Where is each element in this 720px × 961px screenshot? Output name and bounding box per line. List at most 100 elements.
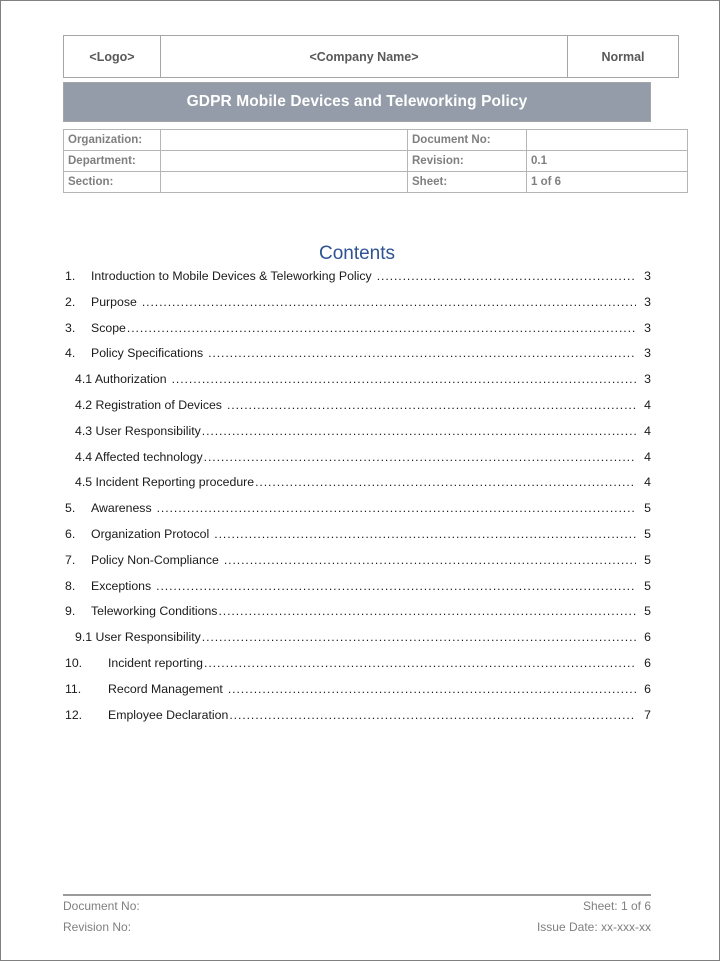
department-label: Department:: [63, 150, 161, 172]
footer-revision-no: Revision No:: [63, 920, 132, 934]
toc-entry[interactable]: 9.1 User Responsibility.................…: [63, 630, 651, 656]
company-name-cell: <Company Name>: [160, 35, 568, 78]
toc-entry-page-number: 4: [644, 475, 651, 490]
toc-entry-number: 11.: [65, 681, 82, 696]
toc-leader-dots: ........................................…: [204, 655, 636, 670]
toc-entry-page-number: 4: [644, 423, 651, 438]
policy-title-banner: GDPR Mobile Devices and Teleworking Poli…: [63, 82, 651, 122]
toc-entry-number: 12.: [65, 707, 83, 722]
revision-value: 0.1: [526, 150, 688, 172]
toc-entry-label: Scope: [91, 320, 126, 335]
document-header-table: <Logo> <Company Name> Normal: [63, 35, 679, 78]
toc-entry-page-number: 6: [644, 630, 651, 645]
toc-entry-page-number: 3: [644, 372, 651, 387]
footer-row-top: Document No: Sheet: 1 of 6: [63, 899, 651, 920]
toc-entry-label: 9.1 User Responsibility: [75, 630, 201, 645]
toc-leader-dots: ........................................…: [229, 707, 636, 722]
toc-entry[interactable]: 2. Purpose...............................…: [63, 295, 651, 321]
toc-entry-label: Teleworking Conditions: [91, 604, 218, 619]
toc-entry-label: 4.3 User Responsibility: [75, 423, 201, 438]
toc-entry[interactable]: 4. Policy Specifications.................…: [63, 346, 651, 372]
toc-entry[interactable]: 3. Scope.................................…: [63, 321, 651, 347]
toc-entry[interactable]: 11. Record Management....................…: [63, 682, 651, 708]
toc-leader-dots: ........................................…: [376, 269, 636, 283]
toc-entry-page-number: 6: [644, 655, 651, 670]
toc-entry[interactable]: 8. Exceptions............................…: [63, 579, 651, 605]
toc-entry[interactable]: 4.1 Authorization.......................…: [63, 372, 651, 398]
toc-entry-number: 4.: [65, 346, 76, 361]
toc-entry[interactable]: 1. Introduction to Mobile Devices & Telew…: [63, 269, 651, 295]
toc-entry-page-number: 3: [644, 294, 651, 309]
policy-title: GDPR Mobile Devices and Teleworking Poli…: [186, 93, 528, 110]
organization-value: [160, 129, 408, 151]
toc-entry-label: 4.4 Affected technology: [75, 449, 203, 464]
sheet-value: 1 of 6: [526, 171, 688, 193]
toc-entry-label: Employee Declaration: [108, 707, 229, 722]
toc-leader-dots: ........................................…: [203, 449, 636, 464]
contents-heading: Contents: [318, 243, 396, 264]
table-row: Section: Sheet: 1 of 6: [63, 171, 688, 193]
toc-entry-page-number: 5: [644, 501, 651, 516]
toc-entry-page-number: 4: [644, 397, 651, 412]
toc-entry[interactable]: 4.3 User Responsibility.................…: [63, 424, 651, 450]
toc-entry-label: Policy Non-Compliance: [91, 552, 219, 567]
page-footer: Document No: Sheet: 1 of 6 Revision No: …: [63, 899, 651, 941]
toc-entry-page-number: 5: [644, 552, 651, 567]
toc-entry-number: 6.: [65, 526, 76, 541]
toc-entry[interactable]: 10. Incident reporting...................…: [63, 656, 651, 682]
toc-entry[interactable]: 5. Awareness.............................…: [63, 501, 651, 527]
revision-label: Revision:: [407, 150, 527, 172]
toc-entry-label: 4.1 Authorization: [75, 372, 167, 387]
toc-entry-label: Introduction to Mobile Devices & Telewor…: [91, 269, 372, 283]
toc-entry-label: Policy Specifications: [91, 346, 204, 361]
toc-entry-label: Incident reporting: [108, 655, 204, 670]
document-page: <Logo> <Company Name> Normal GDPR Mobile…: [0, 0, 720, 961]
toc-entry-label: 4.2 Registration of Devices: [75, 397, 222, 412]
toc-leader-dots: ........................................…: [201, 423, 636, 438]
section-label: Section:: [63, 171, 161, 193]
toc-entry[interactable]: 4.4 Affected technology.................…: [63, 450, 651, 476]
sheet-label: Sheet:: [407, 171, 527, 193]
toc-leader-dots: ........................................…: [255, 475, 636, 490]
toc-entry-label: Record Management: [108, 681, 223, 696]
footer-sheet: Sheet: 1 of 6: [582, 899, 651, 913]
toc-entry-label: 4.5 Incident Reporting procedure: [75, 475, 255, 490]
document-no-value: [526, 129, 688, 151]
toc-leader-dots: ........................................…: [126, 320, 636, 335]
toc-leader-dots: ........................................…: [156, 501, 636, 516]
footer-divider: [63, 894, 651, 896]
table-of-contents: 1. Introduction to Mobile Devices & Telew…: [63, 269, 651, 733]
document-no-label: Document No:: [407, 129, 527, 151]
toc-leader-dots: ........................................…: [214, 526, 636, 541]
toc-entry-page-number: 6: [644, 681, 651, 696]
toc-entry-page-number: 7: [644, 707, 651, 722]
toc-entry-number: 1.: [65, 269, 76, 283]
toc-entry-number: 9.: [65, 604, 76, 619]
classification-cell: Normal: [567, 35, 679, 78]
logo-placeholder-cell: <Logo>: [63, 35, 161, 78]
toc-entry-page-number: 5: [644, 604, 651, 619]
toc-entry[interactable]: 9. Teleworking Conditions................…: [63, 604, 651, 630]
toc-leader-dots: ........................................…: [208, 346, 636, 361]
toc-entry-page-number: 3: [644, 320, 651, 335]
toc-entry[interactable]: 7. Policy Non-Compliance.................…: [63, 553, 651, 579]
toc-entry-number: 7.: [65, 552, 76, 567]
toc-entry-label: Organization Protocol: [91, 526, 210, 541]
toc-entry[interactable]: 12. Employee Declaration.................…: [63, 708, 651, 734]
toc-entry-page-number: 4: [644, 449, 651, 464]
department-value: [160, 150, 408, 172]
toc-entry-number: 8.: [65, 578, 76, 593]
toc-leader-dots: ........................................…: [156, 578, 636, 593]
toc-leader-dots: ........................................…: [171, 372, 636, 387]
toc-entry[interactable]: 6. Organization Protocol.................…: [63, 527, 651, 553]
toc-entry[interactable]: 4.5 Incident Reporting procedure........…: [63, 475, 651, 501]
toc-entry-label: Exceptions: [91, 578, 152, 593]
toc-leader-dots: ........................................…: [227, 681, 636, 696]
toc-leader-dots: ........................................…: [201, 630, 636, 645]
toc-entry[interactable]: 4.2 Registration of Devices.............…: [63, 398, 651, 424]
toc-entry-label: Awareness: [91, 501, 152, 516]
toc-entry-page-number: 3: [644, 346, 651, 361]
section-value: [160, 171, 408, 193]
toc-entry-number: 2.: [65, 294, 76, 309]
toc-entry-number: 5.: [65, 501, 76, 516]
